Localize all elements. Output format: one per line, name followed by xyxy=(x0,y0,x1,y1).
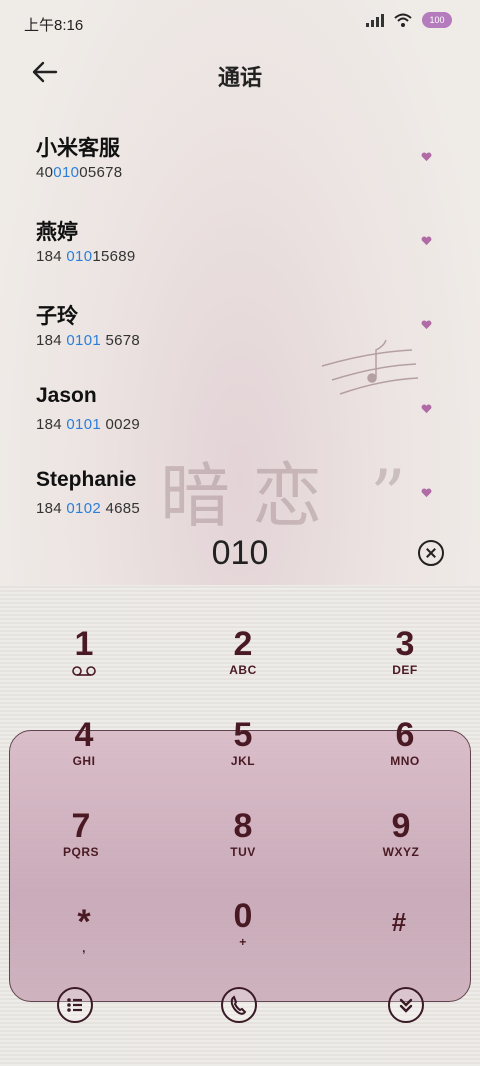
close-circle-icon[interactable] xyxy=(418,540,444,566)
key-hash[interactable]: # xyxy=(339,903,459,975)
contact-item[interactable]: 小米客服 4001005678 xyxy=(36,132,456,216)
contact-item[interactable]: 燕婷 184 01015689 xyxy=(36,216,456,300)
contact-item[interactable]: Jason 184 0101 0029 xyxy=(36,384,456,468)
contact-number: 184 0102 4685 xyxy=(36,500,141,517)
menu-button[interactable] xyxy=(57,987,93,1023)
heart-icon xyxy=(421,320,432,330)
heart-icon xyxy=(421,404,432,414)
page-title: 通话 xyxy=(217,65,262,90)
contact-name: 子玲 xyxy=(36,305,78,328)
signal-icon xyxy=(366,13,384,27)
status-time: 上午8:16 xyxy=(24,17,84,34)
contact-name: 燕婷 xyxy=(36,221,78,244)
status-bar: 上午8:16 100 xyxy=(0,0,480,44)
keypad: 1 2 ABC 3 DEF 4 GHI 5 JKL 6 MNO 7 PQRS 8… xyxy=(0,585,480,1066)
contact-name: Stephanie xyxy=(36,468,137,491)
heart-icon xyxy=(421,488,432,498)
contact-number: 184 0101 5678 xyxy=(36,332,141,349)
key-6[interactable]: 6 MNO xyxy=(345,716,465,788)
call-button[interactable] xyxy=(221,987,257,1023)
contact-item[interactable]: Stephanie 184 0102 4685 xyxy=(36,468,456,520)
voicemail-icon xyxy=(72,666,96,676)
contact-item[interactable]: 子玲 184 0101 5678 xyxy=(36,300,456,384)
heart-icon xyxy=(421,152,432,162)
key-4[interactable]: 4 GHI xyxy=(24,716,144,788)
key-9[interactable]: 9 WXYZ xyxy=(341,807,461,879)
status-icons: 100 xyxy=(366,12,452,28)
key-8[interactable]: 8 TUV xyxy=(183,807,303,879)
contact-name: Jason xyxy=(36,384,97,407)
key-3[interactable]: 3 DEF xyxy=(345,625,465,697)
header: 通话 xyxy=(0,44,480,100)
key-0[interactable]: 0 + xyxy=(183,897,303,969)
contact-name: 小米客服 xyxy=(36,137,120,160)
wifi-icon xyxy=(394,13,412,27)
collapse-keypad-button[interactable] xyxy=(388,987,424,1023)
key-5[interactable]: 5 JKL xyxy=(183,716,303,788)
dialed-digits: 010 xyxy=(211,534,269,572)
list-icon xyxy=(67,998,82,1012)
chevrons-down-icon xyxy=(399,998,413,1013)
dialed-number-display: 010 xyxy=(0,525,480,581)
key-1[interactable]: 1 xyxy=(24,625,144,697)
key-star[interactable]: * , xyxy=(24,903,144,975)
contact-list: 小米客服 4001005678 燕婷 184 01015689 子玲 184 0… xyxy=(0,120,480,520)
key-2[interactable]: 2 ABC xyxy=(183,625,303,697)
contact-number: 184 01015689 xyxy=(36,248,136,265)
contact-number: 4001005678 xyxy=(36,164,123,181)
heart-icon xyxy=(421,236,432,246)
key-7[interactable]: 7 PQRS xyxy=(21,807,141,879)
contact-number: 184 0101 0029 xyxy=(36,416,141,433)
battery-icon: 100 xyxy=(422,12,452,28)
phone-icon xyxy=(230,995,247,1015)
